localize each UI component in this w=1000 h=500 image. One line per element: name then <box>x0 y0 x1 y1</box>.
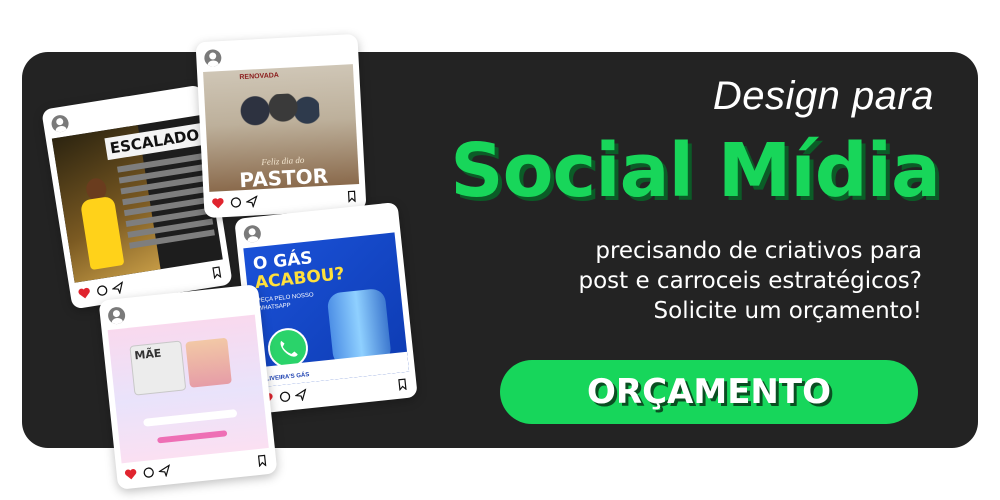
post-image: O GÁS ACABOU? PEÇA PELO NOSSO WHATSAPP O… <box>243 232 410 388</box>
bookmark-icon[interactable] <box>256 454 269 468</box>
post-image: MÃE <box>107 314 269 464</box>
user-avatar-icon <box>107 306 126 325</box>
comment-icon[interactable] <box>95 284 109 298</box>
post-card-mae: MÃE <box>98 284 278 490</box>
heading-design-para: Design para <box>712 74 934 118</box>
bookmark-icon[interactable] <box>210 266 224 280</box>
post-image: ESCALADO <box>51 115 223 283</box>
heart-icon[interactable] <box>124 468 137 481</box>
share-icon[interactable] <box>111 281 125 295</box>
comment-icon[interactable] <box>230 196 243 209</box>
share-icon[interactable] <box>245 195 259 208</box>
post-image: RENOVADA Feliz dia do PASTOR <box>203 64 360 192</box>
heart-icon[interactable] <box>78 287 92 301</box>
post-logo: RENOVADA <box>239 72 280 82</box>
bookmark-icon[interactable] <box>396 378 409 392</box>
share-icon[interactable] <box>158 464 171 478</box>
user-avatar-icon <box>203 49 222 67</box>
post-subtitle: PEÇA PELO NOSSO WHATSAPP <box>256 292 314 313</box>
heading-social-midia: Social Mídia <box>450 128 941 214</box>
comment-icon[interactable] <box>278 390 291 403</box>
user-avatar-icon <box>242 224 262 244</box>
subtext-line3: Solicite um orçamento! <box>653 298 922 324</box>
subtext-line2: post e carroceis estratégicos? <box>578 268 922 294</box>
bookmark-icon[interactable] <box>345 190 358 203</box>
post-title: MÃE <box>133 346 162 363</box>
subtext-line1: precisando de criativos para <box>595 238 922 264</box>
orcamento-button[interactable]: ORÇAMENTO <box>500 360 918 424</box>
post-card-pastor: RENOVADA Feliz dia do PASTOR <box>195 33 367 219</box>
heart-icon[interactable] <box>212 197 225 210</box>
user-avatar-icon <box>50 113 70 134</box>
comment-icon[interactable] <box>142 466 155 479</box>
share-icon[interactable] <box>294 388 307 402</box>
subtext: precisando de criativos para post e carr… <box>462 236 922 326</box>
